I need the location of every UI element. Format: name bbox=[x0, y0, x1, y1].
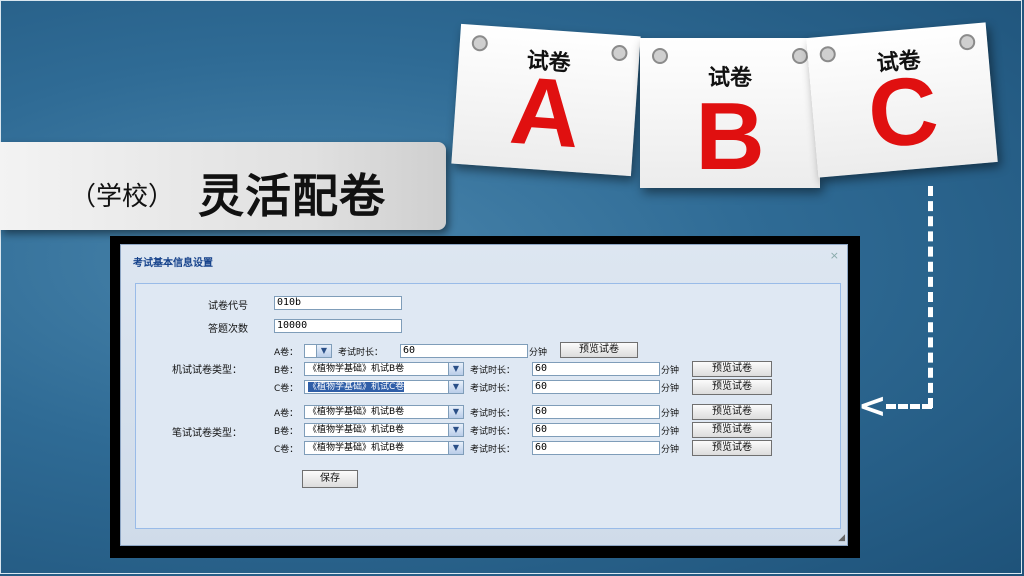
card-paper-a: 试卷 A bbox=[451, 23, 641, 177]
machine-a-unit: 分钟 bbox=[529, 348, 548, 358]
save-button[interactable]: 保存 bbox=[302, 470, 358, 488]
written-b-prefix: B卷： bbox=[274, 427, 299, 437]
written-c-prefix: C卷： bbox=[274, 445, 299, 455]
machine-c-unit: 分钟 bbox=[661, 384, 680, 394]
machine-b-preview-button[interactable]: 预览试卷 bbox=[692, 361, 772, 377]
card-letter: B bbox=[695, 83, 765, 190]
machine-a-select[interactable]: ▼ bbox=[304, 344, 332, 358]
paper-code-label: 试卷代号 bbox=[208, 301, 248, 312]
machine-b-unit: 分钟 bbox=[661, 366, 680, 376]
chevron-down-icon[interactable]: ▼ bbox=[448, 424, 463, 436]
chevron-down-icon[interactable]: ▼ bbox=[316, 345, 331, 357]
machine-c-time-input[interactable]: 60 bbox=[532, 380, 660, 394]
written-a-unit: 分钟 bbox=[661, 409, 680, 419]
written-a-select[interactable]: 《植物学基础》机试B卷 ▼ bbox=[304, 405, 464, 419]
machine-b-prefix: B卷： bbox=[274, 366, 299, 376]
machine-c-preview-button[interactable]: 预览试卷 bbox=[692, 379, 772, 395]
written-c-select[interactable]: 《植物学基础》机试B卷 ▼ bbox=[304, 441, 464, 455]
card-letter: C bbox=[863, 56, 943, 169]
written-paper-type-label: 笔试试卷类型： bbox=[172, 428, 242, 439]
written-b-preview-button[interactable]: 预览试卷 bbox=[692, 422, 772, 438]
written-c-time-input[interactable]: 60 bbox=[532, 441, 660, 455]
resize-grip-icon[interactable]: ◢ bbox=[838, 533, 845, 543]
written-c-unit: 分钟 bbox=[661, 445, 680, 455]
machine-c-time-label: 考试时长： bbox=[470, 384, 516, 394]
written-b-time-input[interactable]: 60 bbox=[532, 423, 660, 437]
chevron-down-icon[interactable]: ▼ bbox=[448, 406, 463, 418]
dialog-title: 考试基本信息设置 bbox=[133, 258, 213, 269]
written-a-prefix: A卷： bbox=[274, 409, 299, 419]
chevron-down-icon[interactable]: ▼ bbox=[448, 381, 463, 393]
card-letter: A bbox=[506, 56, 584, 169]
machine-c-select[interactable]: 《植物学基础》机试C卷 ▼ bbox=[304, 380, 464, 394]
written-c-time-label: 考试时长： bbox=[470, 445, 516, 455]
close-icon[interactable]: × bbox=[830, 249, 839, 262]
attempts-label: 答题次数 bbox=[208, 324, 248, 335]
machine-c-prefix: C卷： bbox=[274, 384, 299, 394]
machine-b-time-input[interactable]: 60 bbox=[532, 362, 660, 376]
machine-a-prefix: A卷： bbox=[274, 348, 299, 358]
machine-a-time-input[interactable]: 60 bbox=[400, 344, 528, 358]
written-b-time-label: 考试时长： bbox=[470, 427, 516, 437]
written-a-time-input[interactable]: 60 bbox=[532, 405, 660, 419]
machine-a-time-label: 考试时长： bbox=[338, 348, 384, 358]
paper-code-input[interactable]: 010b bbox=[274, 296, 402, 310]
machine-paper-type-label: 机试试卷类型： bbox=[172, 365, 242, 376]
attempts-input[interactable]: 10000 bbox=[274, 319, 402, 333]
machine-b-time-label: 考试时长： bbox=[470, 366, 516, 376]
dashed-connector bbox=[886, 404, 932, 409]
chevron-down-icon[interactable]: ▼ bbox=[448, 363, 463, 375]
slide-title: 灵活配卷 bbox=[198, 169, 386, 223]
exam-settings-dialog: 考试基本信息设置 × 试卷代号 010b 答题次数 10000 机试试卷类型： … bbox=[120, 244, 848, 546]
written-a-time-label: 考试时长： bbox=[470, 409, 516, 419]
written-a-preview-button[interactable]: 预览试卷 bbox=[692, 404, 772, 420]
card-paper-c: 试卷 C bbox=[806, 22, 998, 178]
slide-subtitle: （学校） bbox=[70, 182, 175, 212]
dashed-connector bbox=[928, 186, 933, 408]
machine-b-select[interactable]: 《植物学基础》机试B卷 ▼ bbox=[304, 362, 464, 376]
written-c-preview-button[interactable]: 预览试卷 bbox=[692, 440, 772, 456]
arrow-left-icon: < bbox=[858, 386, 887, 426]
card-paper-b: 试卷 B bbox=[640, 38, 820, 190]
dialog-body: 试卷代号 010b 答题次数 10000 机试试卷类型： A卷： ▼ 考试时长：… bbox=[135, 283, 841, 529]
chevron-down-icon[interactable]: ▼ bbox=[448, 442, 463, 454]
written-b-select[interactable]: 《植物学基础》机试B卷 ▼ bbox=[304, 423, 464, 437]
written-b-unit: 分钟 bbox=[661, 427, 680, 437]
machine-a-preview-button[interactable]: 预览试卷 bbox=[560, 342, 638, 358]
